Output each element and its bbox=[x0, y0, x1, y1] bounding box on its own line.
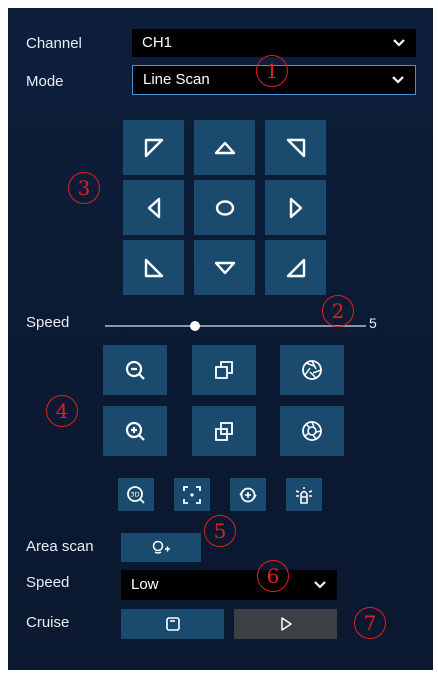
add-location-icon bbox=[151, 539, 171, 557]
annotation-marker-2: 2 bbox=[322, 295, 354, 327]
annotation-marker-3: 3 bbox=[68, 172, 100, 204]
down-left-arrow-icon bbox=[142, 256, 166, 280]
chevron-down-icon bbox=[313, 570, 327, 611]
cruise-save-button[interactable] bbox=[121, 609, 224, 639]
down-arrow-icon bbox=[213, 256, 237, 280]
up-arrow-icon bbox=[213, 136, 237, 160]
scan-speed-label: Speed bbox=[26, 574, 70, 591]
annotation-marker-6: 6 bbox=[257, 560, 289, 592]
chevron-down-icon bbox=[391, 66, 405, 104]
svg-text:3D: 3D bbox=[130, 490, 139, 498]
mode-value: Line Scan bbox=[143, 71, 210, 88]
speed-value: 5 bbox=[369, 315, 377, 331]
annotation-marker-5: 5 bbox=[204, 515, 236, 547]
ptz-down-button[interactable] bbox=[194, 240, 255, 295]
ptz-control-panel: Channel CH1 Mode Line Scan Speed 5 3D Ar… bbox=[8, 8, 433, 670]
chevron-down-icon bbox=[392, 29, 406, 67]
fit-frame-button[interactable] bbox=[174, 478, 210, 511]
speed-slider-track[interactable] bbox=[105, 325, 366, 327]
center-circle-icon bbox=[213, 196, 237, 220]
rotate-icon bbox=[238, 485, 258, 505]
cruise-play-button[interactable] bbox=[234, 609, 337, 639]
3d-zoom-icon: 3D bbox=[126, 485, 146, 505]
scan-speed-value: Low bbox=[131, 576, 159, 593]
channel-select[interactable]: CH1 bbox=[132, 29, 416, 57]
speed-slider-handle[interactable] bbox=[190, 321, 201, 331]
zoom-in-button[interactable] bbox=[103, 406, 167, 456]
annotation-marker-1: 1 bbox=[256, 55, 288, 87]
focus-near-button[interactable] bbox=[192, 345, 256, 395]
right-arrow-icon bbox=[284, 196, 308, 220]
up-left-arrow-icon bbox=[142, 136, 166, 160]
ptz-up-left-button[interactable] bbox=[123, 120, 184, 175]
light-button[interactable] bbox=[286, 478, 322, 511]
channel-value: CH1 bbox=[142, 34, 173, 51]
annotation-marker-4: 4 bbox=[46, 395, 78, 427]
zoom-out-icon bbox=[123, 358, 147, 382]
down-right-arrow-icon bbox=[284, 256, 308, 280]
cruise-label: Cruise bbox=[26, 614, 70, 631]
play-icon bbox=[278, 616, 294, 632]
ptz-up-button[interactable] bbox=[194, 120, 255, 175]
light-icon bbox=[294, 485, 314, 505]
ptz-right-button[interactable] bbox=[265, 180, 326, 235]
ptz-down-right-button[interactable] bbox=[265, 240, 326, 295]
3d-zoom-button[interactable]: 3D bbox=[118, 478, 154, 511]
save-icon bbox=[165, 616, 181, 632]
left-arrow-icon bbox=[142, 196, 166, 220]
channel-label: Channel bbox=[26, 35, 82, 52]
scan-speed-select[interactable]: Low bbox=[121, 570, 337, 600]
focus-far-icon bbox=[212, 419, 236, 443]
iris-close-button[interactable] bbox=[280, 345, 344, 395]
iris-open-icon bbox=[300, 419, 324, 443]
focus-near-icon bbox=[212, 358, 236, 382]
annotation-marker-7: 7 bbox=[354, 607, 386, 639]
area-scan-button[interactable] bbox=[121, 533, 201, 562]
zoom-in-icon bbox=[123, 419, 147, 443]
fit-frame-icon bbox=[182, 485, 202, 505]
ptz-up-right-button[interactable] bbox=[265, 120, 326, 175]
ptz-center-button[interactable] bbox=[194, 180, 255, 235]
rotate-button[interactable] bbox=[230, 478, 266, 511]
ptz-down-left-button[interactable] bbox=[123, 240, 184, 295]
up-right-arrow-icon bbox=[284, 136, 308, 160]
ptz-left-button[interactable] bbox=[123, 180, 184, 235]
focus-far-button[interactable] bbox=[192, 406, 256, 456]
speed-label: Speed bbox=[26, 314, 70, 331]
iris-open-button[interactable] bbox=[280, 406, 344, 456]
area-scan-label: Area scan bbox=[26, 538, 94, 555]
mode-label: Mode bbox=[26, 73, 64, 90]
zoom-out-button[interactable] bbox=[103, 345, 167, 395]
iris-close-icon bbox=[300, 358, 324, 382]
